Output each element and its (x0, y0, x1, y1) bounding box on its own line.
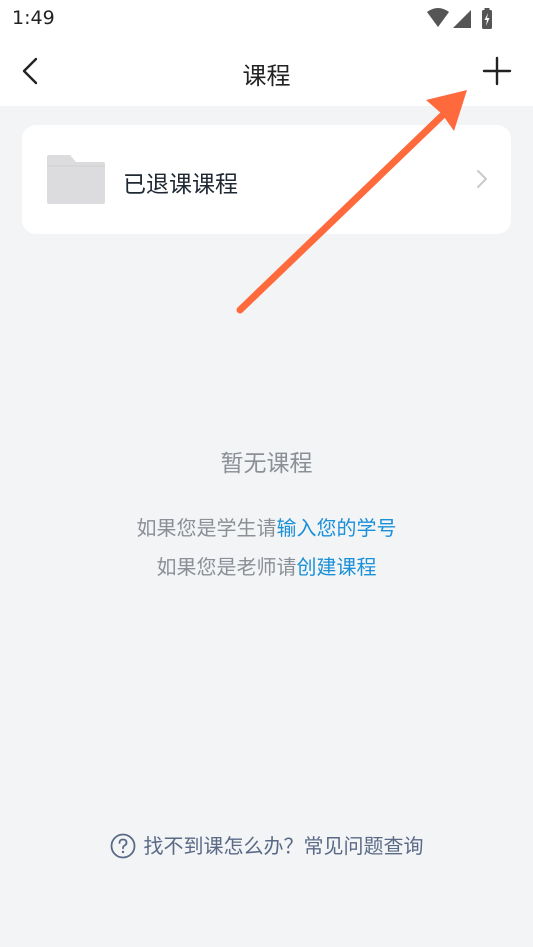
student-hint-text: 如果您是学生请 (136, 516, 277, 540)
status-icons (427, 8, 492, 29)
status-bar: 1:49 (0, 0, 533, 38)
help-text: 找不到课怎么办？常见问题查询 (143, 834, 424, 858)
empty-state-title: 暂无课程 (220, 451, 313, 477)
enter-student-id-link[interactable]: 输入您的学号 (277, 516, 397, 540)
battery-icon (482, 8, 492, 29)
status-time: 1:49 (12, 7, 55, 29)
teacher-hint-text: 如果您是老师请 (156, 555, 297, 579)
folder-icon (47, 155, 105, 204)
wifi-icon (427, 8, 449, 27)
nav-bar: 课程 (0, 38, 533, 106)
dropped-courses-item[interactable]: 已退课课程 (22, 125, 511, 234)
top-bar: 1:49 课程 (0, 0, 533, 106)
student-hint: 如果您是学生请输入您的学号 (0, 512, 533, 541)
teacher-hint: 如果您是老师请创建课程 (0, 551, 533, 580)
create-course-link[interactable]: 创建课程 (297, 555, 377, 579)
plus-icon[interactable] (481, 55, 513, 87)
chevron-right-icon (477, 170, 487, 188)
signal-icon (453, 10, 471, 28)
page-title: 课程 (242, 62, 291, 90)
help-faq-link[interactable]: 找不到课怎么办？常见问题查询 (0, 830, 533, 859)
question-circle-icon (110, 833, 135, 859)
dropped-courses-label: 已退课课程 (123, 172, 238, 198)
